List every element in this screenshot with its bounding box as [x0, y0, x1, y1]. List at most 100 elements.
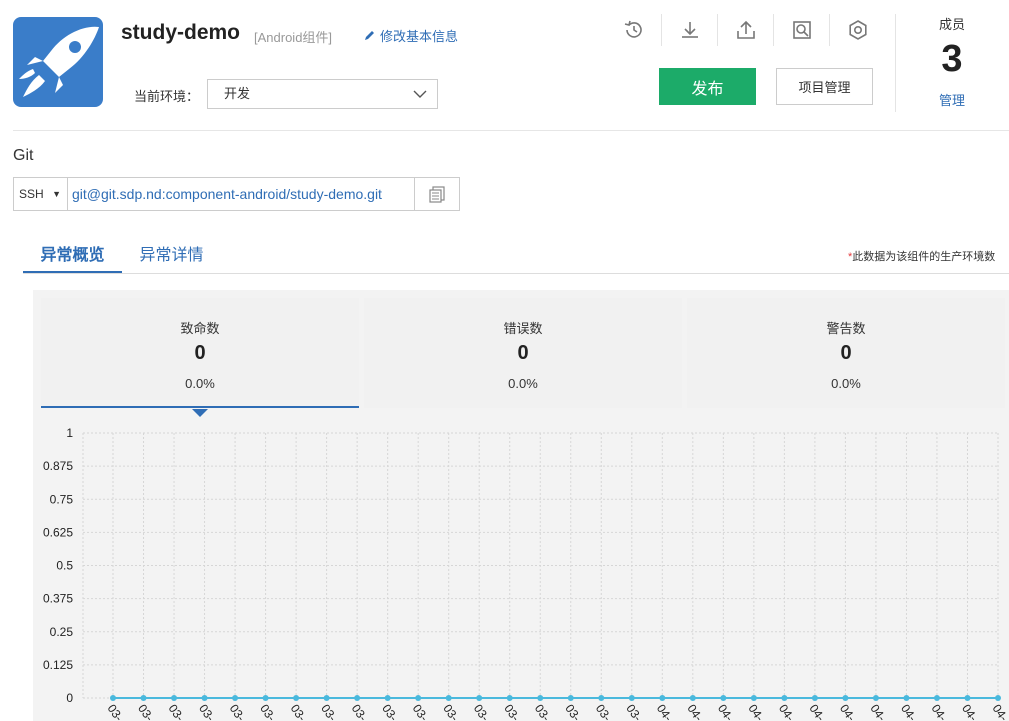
fatal-percent: 0.0% — [185, 376, 215, 391]
error-card[interactable]: 错误数 0 0.0% — [364, 298, 682, 408]
x-tick-label: 04- — [959, 702, 980, 721]
y-tick-label: 0.375 — [43, 592, 73, 606]
x-tick-label: 04- — [806, 702, 827, 721]
fatal-card[interactable]: 致命数 0 0.0% — [41, 298, 359, 408]
search-doc-button[interactable] — [774, 14, 830, 46]
settings-button[interactable] — [830, 14, 886, 46]
x-tick-label: 03- — [440, 702, 461, 721]
x-tick-label: 03- — [288, 702, 309, 721]
error-value: 0 — [517, 342, 529, 364]
git-clone-box: SSH ▼ — [13, 177, 460, 211]
series-point — [811, 695, 818, 701]
x-tick-label: 04- — [867, 702, 888, 721]
x-tick-label: 03- — [257, 702, 278, 721]
y-tick-label: 0 — [66, 691, 73, 705]
series-point — [781, 695, 788, 701]
series-point — [933, 695, 940, 701]
series-point — [720, 695, 727, 701]
y-tick-label: 0.5 — [56, 559, 73, 573]
series-point — [659, 695, 666, 701]
git-protocol-select[interactable]: SSH ▼ — [14, 178, 68, 210]
series-point — [445, 695, 452, 701]
series-point — [110, 695, 116, 701]
project-name: study-demo — [121, 21, 241, 44]
publish-button[interactable]: 发布 — [659, 68, 756, 105]
x-tick-label: 03- — [562, 702, 583, 721]
series-point — [201, 695, 208, 701]
series-point — [293, 695, 300, 701]
search-doc-icon — [792, 21, 811, 39]
x-tick-label: 03- — [227, 702, 248, 721]
upload-icon — [736, 20, 755, 39]
tab-bar: 异常概览 异常详情 — [23, 242, 221, 274]
error-title: 错误数 — [503, 321, 543, 336]
upload-button[interactable] — [718, 14, 774, 46]
x-tick-label: 03- — [166, 702, 187, 721]
series-point — [232, 695, 239, 701]
y-tick-label: 0.625 — [43, 525, 73, 539]
x-tick-label: 03- — [623, 702, 644, 721]
git-url-field[interactable] — [68, 178, 414, 210]
x-tick-label: 04- — [715, 702, 736, 721]
history-button[interactable] — [606, 14, 662, 46]
x-tick-label: 03- — [105, 702, 126, 721]
x-tick-label: 03- — [471, 702, 492, 721]
series-point — [995, 695, 1001, 701]
edit-info-label: 修改基本信息 — [380, 29, 459, 44]
edit-info-link[interactable]: 修改基本信息 — [363, 26, 458, 45]
git-protocol-value: SSH — [19, 187, 44, 201]
members-manage-link[interactable]: 管理 — [895, 90, 1009, 109]
chevron-down-icon — [413, 90, 427, 98]
rocket-icon — [19, 26, 99, 97]
tab-exception-overview[interactable]: 异常概览 — [23, 242, 122, 274]
series-point — [171, 695, 178, 701]
series-point — [262, 695, 269, 701]
exception-trend-chart: 1 0.875 0.75 0.625 0.5 0.375 0.25 0.125 0 03- 03- 0… — [43, 426, 1009, 721]
members-title: 成员 — [938, 17, 965, 32]
x-tick-label: 04- — [654, 702, 675, 721]
series-point — [750, 695, 757, 701]
fatal-value: 0 — [194, 342, 206, 364]
series-point — [567, 695, 574, 701]
fatal-title: 致命数 — [180, 321, 220, 336]
copy-icon — [429, 186, 445, 203]
pencil-icon — [365, 31, 374, 40]
copy-button[interactable] — [414, 178, 459, 210]
download-icon — [681, 22, 698, 38]
x-tick-label: 03- — [318, 702, 339, 721]
project-manage-button[interactable]: 项目管理 — [776, 68, 873, 105]
x-tick-label: 04- — [837, 702, 858, 721]
warning-percent: 0.0% — [831, 376, 861, 391]
note-text: 此数据为该组件的生产环境数 — [852, 251, 996, 263]
x-tick-label: 04- — [990, 702, 1009, 721]
git-label: Git — [13, 147, 34, 164]
tab-exception-details[interactable]: 异常详情 — [122, 242, 221, 274]
toolbar — [606, 14, 886, 46]
header-separator — [13, 130, 1009, 131]
y-tick-label: 0.25 — [50, 625, 74, 639]
x-tick-label: 04- — [929, 702, 950, 721]
x-tick-label: 03- — [501, 702, 522, 721]
x-tick-label: 03- — [135, 702, 156, 721]
history-icon — [624, 20, 642, 38]
x-tick-label: 03- — [593, 702, 614, 721]
series-point — [140, 695, 147, 701]
x-tick-label: 03- — [410, 702, 431, 721]
x-tick-label: 04- — [684, 702, 705, 721]
y-tick-label: 1 — [66, 426, 73, 440]
series-point — [689, 695, 696, 701]
x-tick-label: 03- — [196, 702, 217, 721]
warning-value: 0 — [840, 342, 852, 364]
y-tick-label: 0.75 — [50, 492, 74, 506]
env-select[interactable]: 开发 — [207, 79, 438, 109]
series-point — [964, 695, 971, 701]
x-tick-label: 03- — [379, 702, 400, 721]
series-point — [628, 695, 635, 701]
warning-card[interactable]: 警告数 0 0.0% — [687, 298, 1005, 408]
series-point — [903, 695, 910, 701]
app-logo — [13, 17, 103, 107]
series-point — [872, 695, 879, 701]
download-button[interactable] — [662, 14, 718, 46]
series-point — [842, 695, 849, 701]
series-point — [354, 695, 361, 701]
